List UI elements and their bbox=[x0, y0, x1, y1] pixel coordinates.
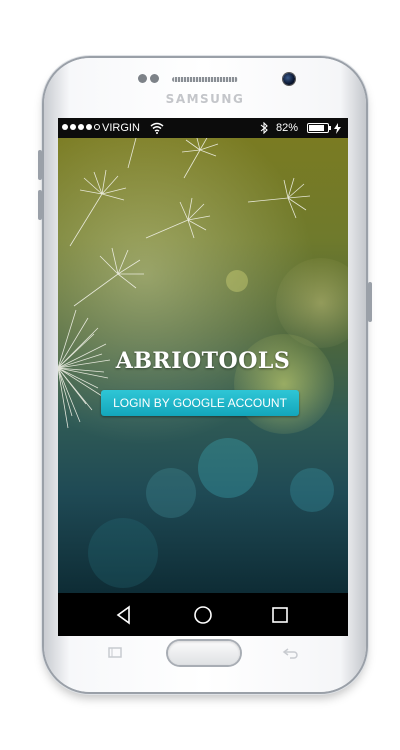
wifi-icon bbox=[150, 122, 164, 134]
earpiece-speaker bbox=[172, 77, 238, 82]
volume-down-button bbox=[38, 190, 42, 220]
signal-dot bbox=[94, 124, 100, 130]
battery-icon bbox=[307, 123, 329, 133]
front-camera bbox=[283, 73, 295, 85]
signal-strength-icon bbox=[62, 124, 100, 132]
charging-bolt-icon bbox=[334, 123, 341, 134]
power-button bbox=[368, 282, 372, 322]
hardware-home-button[interactable] bbox=[168, 641, 240, 665]
battery-level-fill bbox=[309, 125, 324, 131]
app-title: ABRIOTOOLS bbox=[115, 348, 291, 374]
volume-up-button bbox=[38, 150, 42, 180]
signal-dot bbox=[86, 124, 92, 130]
signal-dot bbox=[62, 124, 68, 130]
device-brand-logo: SAMSUNG bbox=[165, 92, 245, 106]
google-login-button[interactable]: LOGIN BY GOOGLE ACCOUNT bbox=[101, 390, 299, 416]
phone-screen: VIRGIN 82% ABRIOTOOLS LOGIN BY GOOGLE AC… bbox=[58, 118, 348, 636]
battery-tip bbox=[329, 126, 331, 130]
back-key-icon[interactable] bbox=[282, 646, 300, 660]
recents-square-icon[interactable] bbox=[268, 603, 292, 627]
sensor-dots bbox=[138, 74, 162, 84]
bluetooth-icon bbox=[260, 122, 268, 134]
status-bar: VIRGIN 82% bbox=[58, 118, 348, 138]
navigation-bar bbox=[58, 593, 348, 636]
recent-apps-key-icon[interactable] bbox=[106, 646, 124, 660]
battery-percent: 82% bbox=[276, 122, 299, 134]
login-screen: ABRIOTOOLS LOGIN BY GOOGLE ACCOUNT bbox=[58, 138, 348, 593]
home-circle-icon[interactable] bbox=[191, 603, 215, 627]
back-triangle-icon[interactable] bbox=[112, 603, 136, 627]
signal-dot bbox=[70, 124, 76, 130]
signal-dot bbox=[78, 124, 84, 130]
device-mockup: SAMSUNG VIRGIN 82% ABRIOTOOLS LOGIN BY G… bbox=[0, 0, 400, 750]
carrier-name: VIRGIN bbox=[102, 122, 140, 134]
